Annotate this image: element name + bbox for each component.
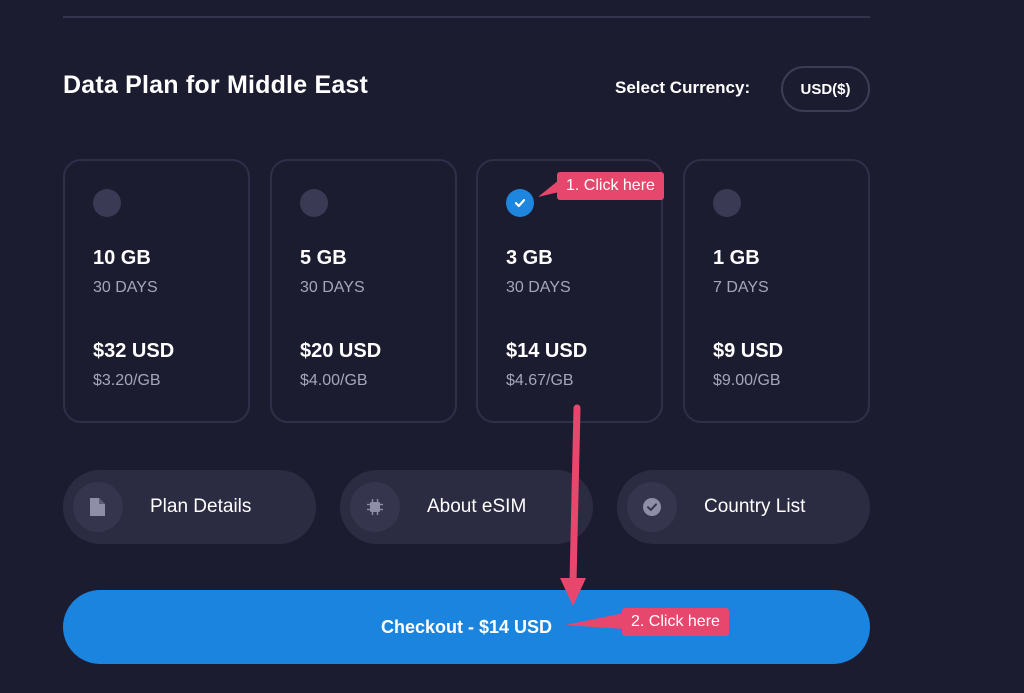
plan-data-amount: 1 GB [713,247,760,269]
plan-price-per-gb: $9.00/GB [713,372,781,389]
plan-details-button[interactable]: Plan Details [63,470,316,544]
about-esim-button[interactable]: About eSIM [340,470,593,544]
plan-radio[interactable] [93,189,121,217]
check-circle-icon [627,482,677,532]
plan-price-per-gb: $4.00/GB [300,372,368,389]
plan-data-amount: 3 GB [506,247,553,269]
plan-radio-selected[interactable] [506,189,534,217]
annotation-step1: 1. Click here [557,172,664,200]
plan-card-1gb[interactable]: 1 GB 7 DAYS $9 USD $9.00/GB [683,159,870,423]
plan-price-per-gb: $4.67/GB [506,372,574,389]
plan-card-10gb[interactable]: 10 GB 30 DAYS $32 USD $3.20/GB [63,159,250,423]
plan-duration: 7 DAYS [713,279,769,296]
document-icon [73,482,123,532]
plan-duration: 30 DAYS [300,279,365,296]
plan-price: $14 USD [506,340,588,362]
plan-data-amount: 10 GB [93,247,151,269]
plan-details-label: Plan Details [150,496,252,517]
top-divider [63,16,870,18]
annotation-step2: 2. Click here [622,608,729,636]
plan-price-per-gb: $3.20/GB [93,372,161,389]
plan-duration: 30 DAYS [93,279,158,296]
plan-data-amount: 5 GB [300,247,347,269]
plan-duration: 30 DAYS [506,279,571,296]
checkout-label: Checkout - $14 USD [380,616,553,637]
about-esim-label: About eSIM [427,496,527,517]
plan-price: $20 USD [300,340,382,362]
country-list-button[interactable]: Country List [617,470,870,544]
plan-radio[interactable] [300,189,328,217]
checkmark-icon [514,199,526,208]
currency-select-button[interactable]: USD($) [781,66,870,112]
plan-price: $32 USD [93,340,175,362]
country-list-label: Country List [704,496,806,517]
plan-radio[interactable] [713,189,741,217]
checkout-button[interactable]: Checkout - $14 USD [63,590,870,664]
page-title: Data Plan for Middle East [63,71,369,99]
plan-price: $9 USD [713,340,784,362]
chip-icon [350,482,400,532]
currency-label: Select Currency: [615,78,751,97]
plan-card-5gb[interactable]: 5 GB 30 DAYS $20 USD $4.00/GB [270,159,457,423]
